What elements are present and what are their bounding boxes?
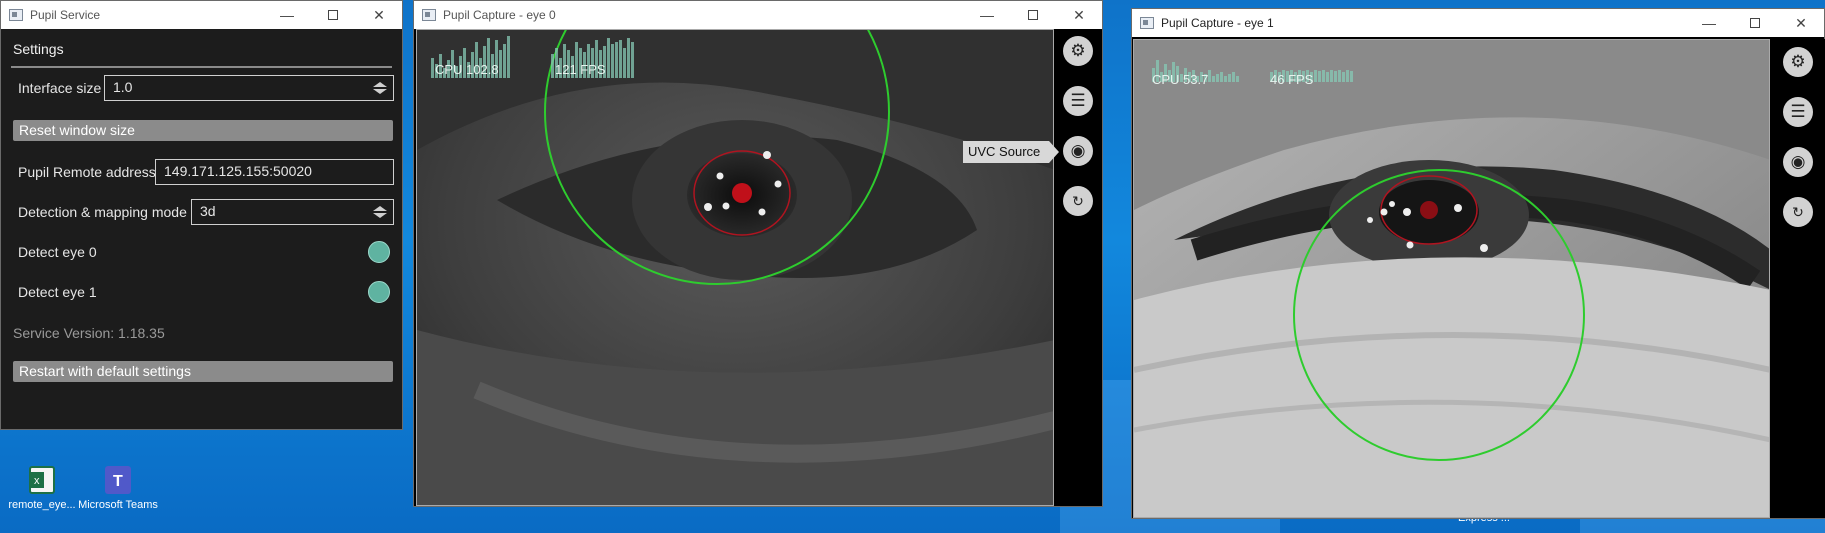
eye1-titlebar[interactable]: Pupil Capture - eye 1 — ✕: [1132, 9, 1824, 37]
detect-eye0-label: Detect eye 0: [18, 244, 97, 260]
eye1-sidebar: ⚙ ☰ ◉ ↻: [1771, 39, 1825, 518]
eye1-camera-view[interactable]: CPU 53.7 46 FPS: [1133, 39, 1770, 518]
interface-size-value: 1.0: [113, 79, 133, 95]
divider: [11, 66, 392, 68]
settings-panel: Settings Interface size 1.0 Reset window…: [1, 29, 402, 429]
interface-size-label: Interface size: [18, 80, 102, 96]
rotate-3d-icon[interactable]: ↻: [1063, 186, 1093, 216]
detect-eye0-row: Detect eye 0: [18, 239, 392, 265]
detection-mode-label: Detection & mapping mode: [18, 204, 187, 220]
pupil-service-window: Pupil Service — ✕ Settings Interface siz…: [0, 0, 403, 430]
eye0-window: Pupil Capture - eye 0 — ✕ CPU 102.8 121 …: [413, 0, 1103, 507]
app-window-icon: [422, 9, 436, 21]
remote-address-input[interactable]: 149.171.125.155:50020: [155, 159, 394, 185]
maximize-button[interactable]: [1732, 9, 1778, 37]
desktop-icon-label: remote_eye...: [8, 499, 76, 511]
minimize-button[interactable]: —: [264, 1, 310, 29]
gear-icon[interactable]: ⚙: [1783, 47, 1813, 77]
close-button[interactable]: ✕: [356, 1, 402, 29]
camera-icon[interactable]: ◉: [1063, 136, 1093, 166]
detection-mode-dropdown[interactable]: 3d: [191, 199, 394, 225]
desktop-icon-teams[interactable]: T Microsoft Teams: [78, 466, 158, 512]
settings-heading: Settings: [13, 41, 64, 57]
eye0-camera-view[interactable]: CPU 102.8 121 FPS: [416, 29, 1054, 506]
eye0-sidebar: ⚙ ☰ ◉ ↻: [1054, 29, 1102, 506]
dropdown-arrow-icon: [373, 82, 387, 94]
desktop-icon-remote-eye[interactable]: x remote_eye...: [2, 466, 82, 512]
sliders-icon[interactable]: ☰: [1063, 86, 1093, 116]
eye1-image: [1134, 40, 1769, 517]
window-title: Pupil Service: [30, 8, 101, 22]
window-title: Pupil Capture - eye 0: [443, 8, 556, 22]
sliders-icon[interactable]: ☰: [1783, 97, 1813, 127]
service-titlebar[interactable]: Pupil Service — ✕: [1, 1, 402, 29]
eye0-image: [417, 30, 1053, 505]
teams-icon: T: [105, 466, 131, 494]
uvc-source-tooltip: UVC Source: [963, 141, 1060, 163]
excel-file-icon: x: [29, 466, 55, 494]
cpu-readout: CPU 53.7: [1152, 72, 1209, 87]
window-title: Pupil Capture - eye 1: [1161, 16, 1274, 30]
camera-icon[interactable]: ◉: [1783, 147, 1813, 177]
svg-text:T: T: [113, 473, 123, 490]
detect-eye1-toggle[interactable]: [368, 281, 390, 303]
minimize-button[interactable]: —: [964, 1, 1010, 29]
close-button[interactable]: ✕: [1778, 9, 1824, 37]
restart-default-button[interactable]: Restart with default settings: [13, 361, 393, 382]
rotate-3d-icon[interactable]: ↻: [1783, 197, 1813, 227]
minimize-button[interactable]: —: [1686, 9, 1732, 37]
app-window-icon: [1140, 17, 1154, 29]
service-version: Service Version: 1.18.35: [13, 325, 165, 341]
eye1-window: Pupil Capture - eye 1 — ✕ CPU 53.7 46 FP…: [1131, 8, 1825, 519]
remote-address-value: 149.171.125.155:50020: [164, 163, 312, 179]
desktop-icon-label: Microsoft Teams: [78, 499, 158, 511]
app-window-icon: [9, 9, 23, 21]
detect-eye0-toggle[interactable]: [368, 241, 390, 263]
gear-icon[interactable]: ⚙: [1063, 36, 1093, 66]
detection-mode-value: 3d: [200, 203, 216, 219]
remote-address-label: Pupil Remote address: [18, 164, 156, 180]
close-button[interactable]: ✕: [1056, 1, 1102, 29]
eye0-titlebar[interactable]: Pupil Capture - eye 0 — ✕: [414, 1, 1102, 29]
maximize-button[interactable]: [1010, 1, 1056, 29]
reset-window-size-button[interactable]: Reset window size: [13, 120, 393, 141]
detect-eye1-row: Detect eye 1: [18, 279, 392, 305]
maximize-button[interactable]: [310, 1, 356, 29]
svg-text:x: x: [34, 475, 40, 487]
detect-eye1-label: Detect eye 1: [18, 284, 97, 300]
cpu-readout: CPU 102.8: [435, 62, 499, 77]
dropdown-arrow-icon: [373, 206, 387, 218]
fps-readout: 121 FPS: [555, 62, 606, 77]
interface-size-dropdown[interactable]: 1.0: [104, 75, 394, 101]
fps-readout: 46 FPS: [1270, 72, 1314, 87]
